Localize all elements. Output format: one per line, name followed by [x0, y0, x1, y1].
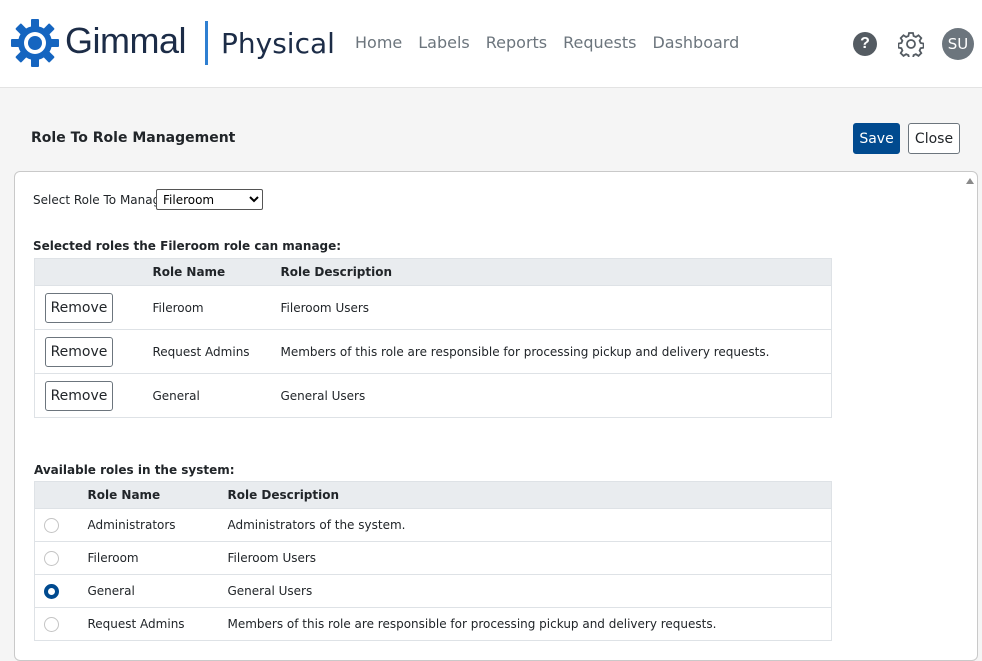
column-header-select [34, 481, 88, 509]
table-row: Remove Request Admins Members of this ro… [34, 329, 832, 374]
save-button[interactable]: Save [853, 123, 900, 154]
role-description: Administrators of the system. [227, 508, 832, 542]
nav-reports[interactable]: Reports [486, 33, 547, 52]
column-header-role-name: Role Name [87, 481, 228, 509]
table-row: General General Users [34, 574, 832, 608]
role-description: Members of this role are responsible for… [280, 329, 832, 374]
brand-divider [205, 21, 208, 65]
role-description: Members of this role are responsible for… [227, 607, 832, 641]
remove-button[interactable]: Remove [45, 380, 113, 411]
role-description: General Users [227, 574, 832, 608]
table-row: Fileroom Fileroom Users [34, 541, 832, 575]
main-nav: Home Labels Reports Requests Dashboard [355, 33, 739, 52]
role-name: Request Admins [152, 329, 281, 374]
top-navigation-bar: Gimmal Physical Home Labels Reports Requ… [0, 0, 982, 88]
role-name: Administrators [87, 508, 228, 542]
role-management-panel: Select Role To Manage: Fileroom Selected… [14, 171, 978, 661]
role-name: General [152, 373, 281, 418]
role-description: General Users [280, 373, 832, 418]
nav-labels[interactable]: Labels [418, 33, 470, 52]
role-select-label: Select Role To Manage: [33, 193, 172, 207]
role-name: General [87, 574, 228, 608]
table-row: Remove General General Users [34, 373, 832, 418]
brand-name: Gimmal [65, 20, 187, 61]
role-radio-button[interactable] [44, 583, 59, 599]
gear-logo-icon [11, 19, 59, 67]
column-header-role-name: Role Name [152, 258, 281, 286]
column-header-action [34, 258, 153, 286]
role-description: Fileroom Users [227, 541, 832, 575]
nav-home[interactable]: Home [355, 33, 402, 52]
table-row: Remove Fileroom Fileroom Users [34, 285, 832, 330]
available-roles-heading: Available roles in the system: [34, 463, 235, 477]
role-name: Fileroom [152, 285, 281, 330]
remove-button[interactable]: Remove [45, 336, 113, 367]
role-name: Fileroom [87, 541, 228, 575]
help-icon[interactable]: ? [853, 32, 877, 56]
role-radio-button[interactable] [44, 517, 59, 533]
selected-roles-heading: Selected roles the Fileroom role can man… [33, 239, 342, 253]
table-row: Request Admins Members of this role are r… [34, 607, 832, 641]
page-title: Role To Role Management [31, 130, 236, 146]
product-name: Physical [221, 27, 335, 60]
role-select[interactable]: Fileroom [156, 189, 263, 210]
role-description: Fileroom Users [280, 285, 832, 330]
role-name: Request Admins [87, 607, 228, 641]
role-radio-button[interactable] [44, 616, 59, 632]
column-header-role-description: Role Description [227, 481, 832, 509]
available-roles-table: Role Name Role Description Administrator… [34, 481, 832, 641]
column-header-role-description: Role Description [280, 258, 832, 286]
remove-button[interactable]: Remove [45, 292, 113, 323]
nav-dashboard[interactable]: Dashboard [652, 33, 739, 52]
nav-requests[interactable]: Requests [563, 33, 636, 52]
table-row: Administrators Administrators of the syst… [34, 508, 832, 542]
selected-roles-table: Role Name Role Description Remove Filero… [34, 258, 832, 418]
user-avatar[interactable]: SU [942, 28, 974, 60]
close-button[interactable]: Close [908, 123, 960, 154]
gear-icon[interactable] [898, 31, 924, 57]
scroll-up-arrow-icon[interactable] [966, 178, 974, 184]
role-radio-button[interactable] [44, 550, 59, 566]
